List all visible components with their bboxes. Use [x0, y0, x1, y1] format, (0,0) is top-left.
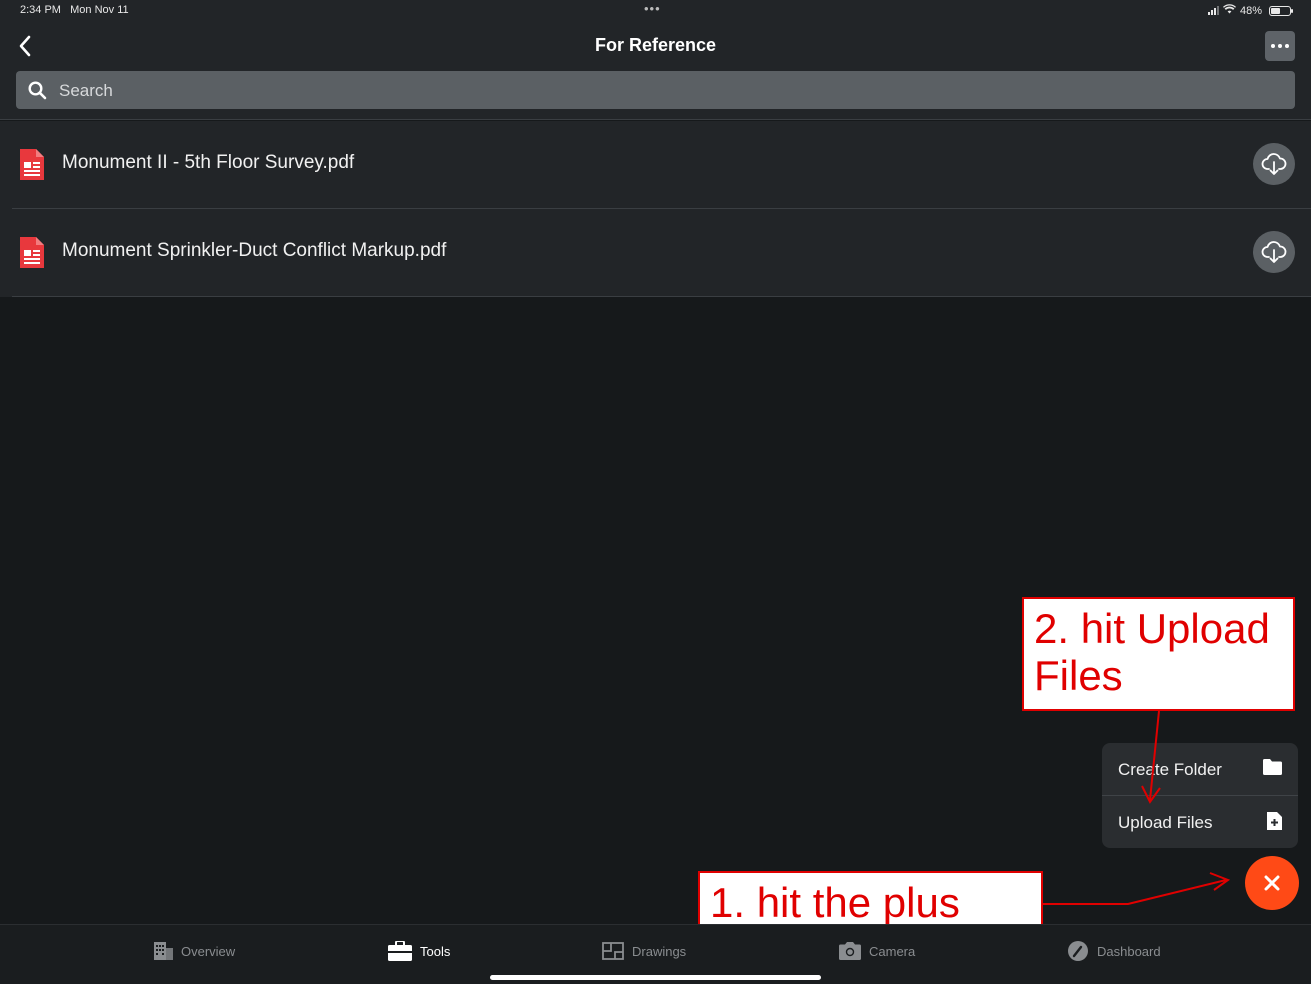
battery-percent: 48%: [1239, 4, 1262, 17]
upload-files-menu-item[interactable]: Upload Files: [1102, 795, 1298, 847]
folder-icon: [1263, 759, 1282, 775]
status-bar: 2:34 PM Mon Nov 11 ••• 48%: [0, 0, 1311, 22]
camera-icon: [839, 942, 861, 960]
status-indicators: 48%: [1207, 4, 1293, 17]
upload-files-label: Upload Files: [1118, 813, 1213, 832]
download-button[interactable]: [1253, 231, 1295, 273]
status-time: 2:34 PM Mon Nov 11: [20, 4, 129, 16]
cloud-download-icon: [1261, 241, 1287, 263]
file-list: Monument II - 5th Floor Survey.pdf Monum…: [0, 121, 1311, 297]
arrow-to-fab-head: [1209, 872, 1231, 891]
tab-tools-label: Tools: [420, 943, 451, 959]
search-icon: [28, 81, 47, 100]
close-icon: [1264, 875, 1280, 891]
gauge-icon: [1068, 941, 1088, 961]
multitask-dots[interactable]: •••: [644, 1, 661, 16]
floorplan-icon: [602, 942, 624, 960]
annotation-step2: 2. hit Upload Files: [1022, 597, 1295, 711]
tab-camera-label: Camera: [869, 943, 916, 959]
create-folder-menu-item[interactable]: Create Folder: [1102, 743, 1298, 795]
nav-header: For Reference: [0, 22, 1311, 70]
file-name: Monument Sprinkler-Duct Conflict Markup.…: [62, 240, 447, 261]
create-folder-label: Create Folder: [1118, 760, 1222, 779]
wifi-icon: [1222, 4, 1236, 17]
ellipsis-icon: [1271, 44, 1275, 48]
battery-icon: [1269, 5, 1293, 16]
file-add-icon: [1267, 812, 1282, 830]
download-button[interactable]: [1253, 143, 1295, 185]
search-placeholder: Search: [59, 81, 113, 100]
fab-close-button[interactable]: [1245, 856, 1299, 910]
pdf-file-icon: [20, 149, 44, 180]
page-title: For Reference: [594, 35, 717, 55]
tab-dashboard[interactable]: Dashboard: [1067, 939, 1161, 963]
more-options-button[interactable]: [1265, 31, 1295, 61]
file-row[interactable]: Monument Sprinkler-Duct Conflict Markup.…: [12, 209, 1311, 297]
tab-tools[interactable]: Tools: [388, 939, 450, 963]
tab-dashboard-label: Dashboard: [1097, 943, 1161, 959]
signal-icon: [1207, 6, 1219, 15]
arrow-to-fab: [1043, 879, 1227, 905]
cloud-download-icon: [1261, 153, 1287, 175]
tab-drawings[interactable]: Drawings: [602, 939, 686, 963]
tab-camera[interactable]: Camera: [839, 939, 915, 963]
tab-overview[interactable]: Overview: [154, 939, 235, 963]
file-name: Monument II - 5th Floor Survey.pdf: [62, 152, 355, 173]
building-icon: [154, 942, 173, 960]
toolbox-icon: [388, 941, 412, 961]
pdf-file-icon: [20, 237, 44, 268]
add-action-menu: Create Folder Upload Files: [1102, 743, 1298, 848]
bottom-tab-bar: Overview Tools Drawings Camera Dashboard: [0, 924, 1311, 984]
home-indicator[interactable]: [490, 975, 821, 980]
annotation-step2-line2: Files: [1034, 652, 1123, 699]
file-row[interactable]: Monument II - 5th Floor Survey.pdf: [12, 121, 1311, 209]
tab-drawings-label: Drawings: [632, 943, 687, 959]
search-bar: Search: [0, 70, 1311, 120]
tab-overview-label: Overview: [181, 943, 236, 959]
search-input[interactable]: Search: [16, 71, 1295, 109]
annotation-step2-line1: 2. hit Upload: [1034, 605, 1270, 652]
